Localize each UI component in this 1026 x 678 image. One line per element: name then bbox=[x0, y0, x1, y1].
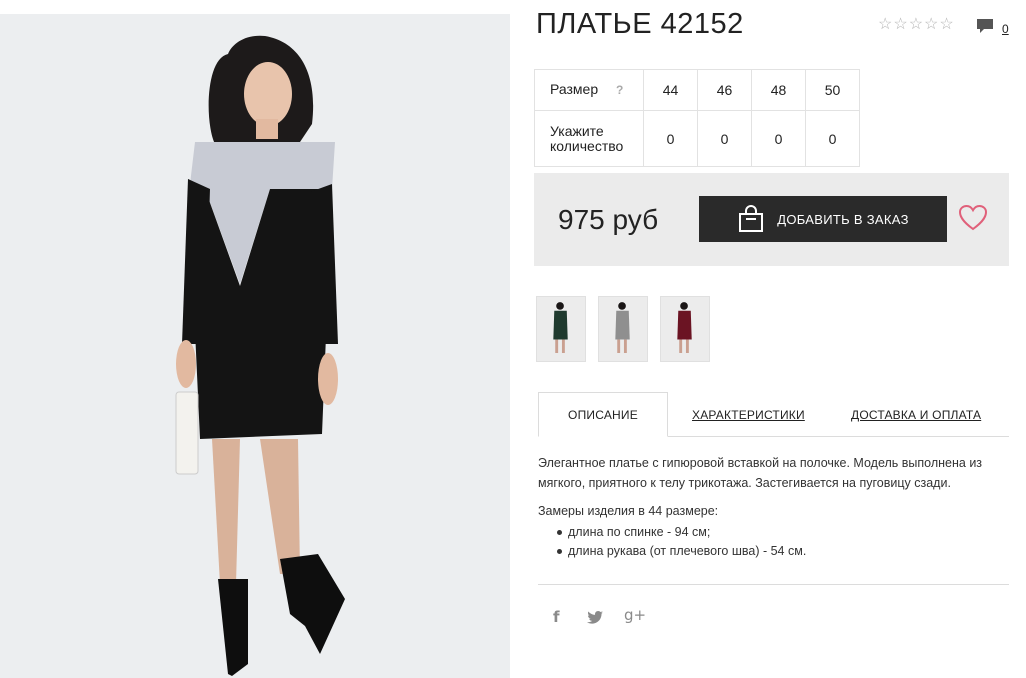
shopping-bag-icon bbox=[739, 205, 764, 232]
list-item: длина рукава (от плечевого шва) - 54 см. bbox=[538, 542, 1008, 562]
measures-list: длина по спинке - 94 см; длина рукава (о… bbox=[538, 523, 1008, 562]
size-48: 48 bbox=[751, 69, 806, 111]
description-panel: Элегантное платье с гипюровой вставкой н… bbox=[538, 454, 1008, 562]
color-thumbnail-green[interactable] bbox=[536, 296, 586, 362]
comment-icon bbox=[977, 19, 993, 33]
comments-link[interactable]: 0 bbox=[976, 18, 1009, 36]
size-table: Размер ? 44 46 48 50 Укажите количество … bbox=[534, 69, 860, 167]
quantity-input-46[interactable]: 0 bbox=[697, 110, 752, 167]
product-title: ПЛАТЬЕ 42152 bbox=[536, 8, 744, 40]
list-item: длина по спинке - 94 см; bbox=[538, 523, 1008, 543]
star-icon[interactable]: ☆ bbox=[893, 16, 907, 34]
thumbnail-image bbox=[661, 297, 709, 361]
size-44: 44 bbox=[643, 69, 698, 111]
quantity-label: Укажите количество bbox=[534, 110, 644, 167]
wishlist-heart-icon[interactable] bbox=[959, 205, 987, 231]
price: 975 руб bbox=[558, 204, 659, 235]
add-to-order-button[interactable]: ДОБАВИТЬ В ЗАКАЗ bbox=[699, 196, 947, 242]
star-icon[interactable]: ☆ bbox=[924, 16, 938, 34]
measures-title: Замеры изделия в 44 размере: bbox=[538, 504, 719, 518]
thumbnail-image bbox=[599, 297, 647, 361]
product-main-image[interactable] bbox=[0, 14, 510, 678]
quantity-input-44[interactable]: 0 bbox=[643, 110, 698, 167]
star-icon[interactable]: ☆ bbox=[939, 16, 953, 34]
quantity-input-48[interactable]: 0 bbox=[751, 110, 806, 167]
color-thumbnail-burgundy[interactable] bbox=[660, 296, 710, 362]
color-thumbnail-grey[interactable] bbox=[598, 296, 648, 362]
size-46: 46 bbox=[697, 69, 752, 111]
price-bar: 975 руб ДОБАВИТЬ В ЗАКАЗ bbox=[534, 173, 1009, 266]
rating-stars[interactable]: ☆ ☆ ☆ ☆ ☆ bbox=[878, 16, 954, 34]
tab-characteristics[interactable]: ХАРАКТЕРИСТИКИ bbox=[692, 408, 805, 422]
quantity-input-50[interactable]: 0 bbox=[805, 110, 860, 167]
size-help-icon[interactable]: ? bbox=[616, 83, 623, 97]
model-photo-illustration bbox=[0, 14, 510, 678]
description-text: Элегантное платье с гипюровой вставкой н… bbox=[538, 456, 983, 490]
size-label-cell: Размер ? bbox=[534, 69, 644, 111]
comments-count[interactable]: 0 bbox=[1002, 22, 1009, 36]
tab-delivery-payment[interactable]: ДОСТАВКА И ОПЛАТА bbox=[851, 408, 981, 422]
thumbnail-image bbox=[537, 297, 585, 361]
size-50: 50 bbox=[805, 69, 860, 111]
size-label: Размер bbox=[550, 81, 599, 97]
google-plus-icon[interactable]: g+ bbox=[624, 606, 646, 624]
star-icon[interactable]: ☆ bbox=[909, 16, 923, 34]
tab-description[interactable]: ОПИСАНИЕ bbox=[538, 392, 668, 437]
add-to-order-label: ДОБАВИТЬ В ЗАКАЗ bbox=[777, 211, 909, 227]
divider bbox=[538, 584, 1009, 585]
twitter-icon[interactable] bbox=[587, 611, 603, 624]
star-icon[interactable]: ☆ bbox=[878, 16, 892, 34]
facebook-icon[interactable]: f bbox=[553, 608, 560, 626]
